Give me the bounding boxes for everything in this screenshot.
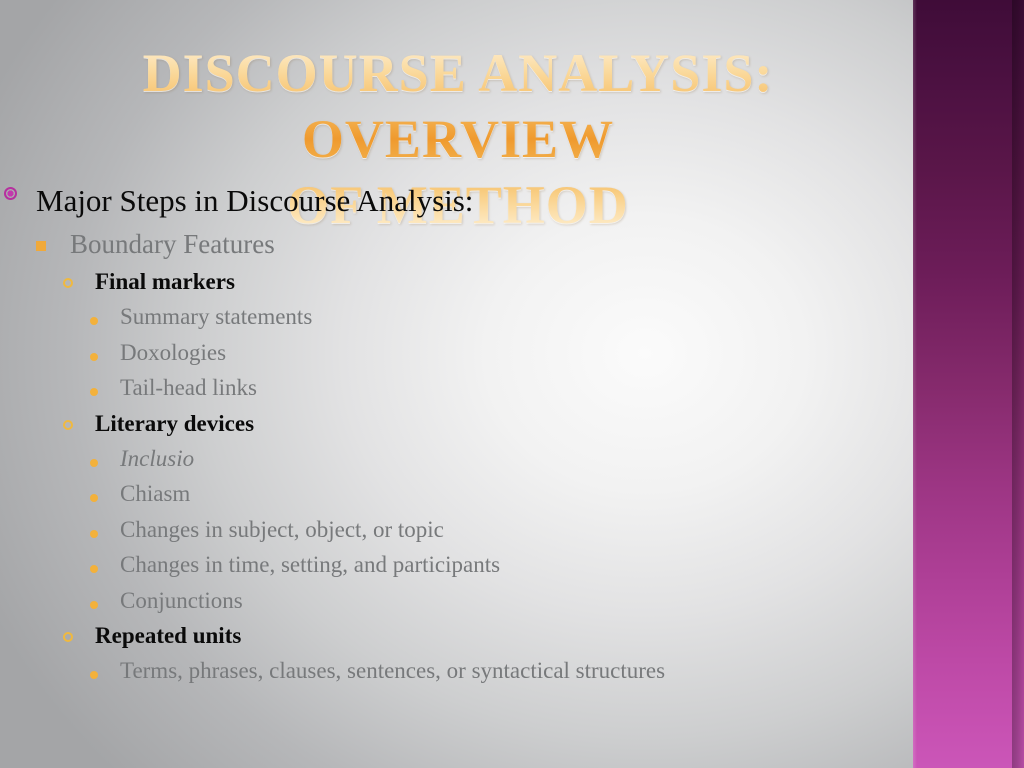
outline-item-level-3: Final markers (0, 264, 880, 299)
filled-dot-bullet-icon (0, 547, 120, 578)
hollow-circle-bullet-icon (0, 406, 95, 435)
outline-item-level-3: Repeated units (0, 618, 880, 653)
outline-item-label: Final markers (95, 269, 235, 294)
outline-item-level-4: Doxologies (0, 335, 880, 371)
filled-square-bullet-icon (0, 225, 70, 256)
outline-item-label: Changes in subject, object, or topic (120, 516, 444, 542)
filled-dot-bullet-icon (0, 653, 120, 684)
outline-item-label: Conjunctions (120, 587, 243, 613)
outline-item-level-4: Changes in subject, object, or topic (0, 512, 880, 548)
ringed-dot-bullet-icon (0, 178, 36, 205)
decorative-right-band (913, 0, 1024, 768)
outline-item-label: Doxologies (120, 339, 227, 365)
outline-item-level-3: Literary devices (0, 406, 880, 441)
outline-item-level-1: Major Steps in Discourse Analysis: (0, 178, 880, 223)
filled-dot-bullet-icon (0, 476, 120, 507)
outline-item-label: Terms, phrases, clauses, sentences, or s… (120, 658, 666, 683)
outline-item-level-4: Chiasm (0, 476, 880, 512)
outline-item-level-4: Terms, phrases, clauses, sentences, or s… (0, 653, 880, 689)
hollow-circle-bullet-icon (0, 618, 95, 647)
outline-item-label: Inclusio (120, 445, 195, 471)
filled-dot-bullet-icon (0, 335, 120, 366)
outline-item-level-4: Summary statements (0, 299, 880, 335)
outline-item-label: Tail-head links (120, 375, 257, 400)
filled-dot-bullet-icon (0, 370, 120, 401)
outline-item-label: Major Steps in Discourse Analysis: (36, 183, 474, 218)
filled-dot-bullet-icon (0, 441, 120, 472)
outline-item-level-4: Inclusio (0, 441, 880, 477)
outline-item-label: Literary devices (95, 410, 255, 436)
filled-dot-bullet-icon (0, 512, 120, 543)
presentation-slide: Discourse Analysis: Overview of Method M… (0, 0, 1024, 768)
band-left-highlight (913, 0, 917, 768)
filled-dot-bullet-icon (0, 299, 120, 330)
outline-item-level-4: Tail-head links (0, 370, 880, 406)
outline-item-label: Boundary Features (70, 229, 275, 259)
hollow-circle-bullet-icon (0, 264, 95, 293)
outline-item-level-4: Conjunctions (0, 583, 880, 619)
outline-item-level-4: Changes in time, setting, and participan… (0, 547, 880, 583)
outline-item-label: Summary statements (120, 304, 313, 329)
outline-item-label: Repeated units (95, 623, 242, 648)
outline-item-label: Changes in time, setting, and participan… (120, 552, 501, 577)
band-right-shadow (1012, 0, 1024, 768)
outline-item-label: Chiasm (120, 481, 191, 506)
filled-dot-bullet-icon (0, 583, 120, 614)
slide-title-line-1: Discourse Analysis: Overview (142, 43, 774, 169)
outline-item-level-2: Boundary Features (0, 225, 880, 264)
slide-outline-list: Major Steps in Discourse Analysis: Bound… (0, 178, 880, 689)
